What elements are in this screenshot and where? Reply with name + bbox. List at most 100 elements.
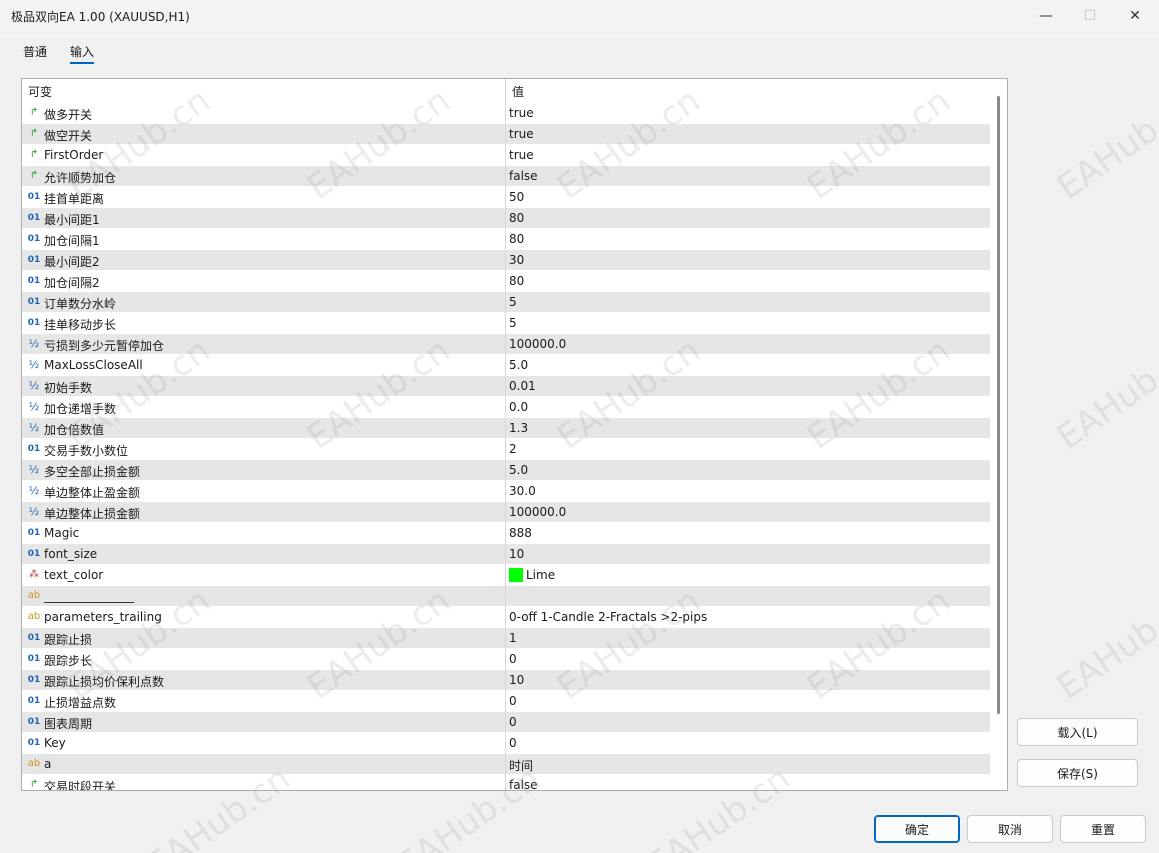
parameter-value[interactable]: 1	[509, 631, 517, 645]
table-row[interactable]: ½ 单边整体止盈金额 30.0	[22, 481, 990, 502]
table-row[interactable]: 01 挂首单距离 50	[22, 187, 990, 208]
parameter-value[interactable]: 0	[509, 694, 517, 708]
parameter-value[interactable]: false	[509, 169, 538, 183]
cell-divider	[505, 565, 506, 586]
maximize-button[interactable]: ☐	[1067, 0, 1113, 31]
table-row[interactable]: 01 跟踪止损 1	[22, 628, 990, 649]
table-row[interactable]: 01 跟踪止损均价保利点数 10	[22, 670, 990, 691]
table-row[interactable]: ½ 亏损到多少元暂停加仓 100000.0	[22, 334, 990, 355]
parameter-value[interactable]: 5	[509, 295, 517, 309]
parameter-value[interactable]: 时间	[509, 757, 533, 774]
table-row[interactable]: ab a 时间	[22, 754, 990, 775]
parameter-name: 加仓间隔1	[44, 234, 100, 248]
parameter-value[interactable]: 10	[509, 673, 524, 687]
table-row[interactable]: ↱ 允许顺势加仓 false	[22, 166, 990, 187]
reset-button[interactable]: 重置	[1060, 815, 1146, 843]
parameter-value[interactable]: true	[509, 127, 534, 141]
parameter-name: 最小间距1	[44, 213, 100, 227]
parameter-value[interactable]: 2	[509, 442, 517, 456]
parameter-name: 跟踪止损	[44, 633, 93, 647]
parameter-name: 最小间距2	[44, 255, 100, 269]
save-button[interactable]: 保存(S)	[1017, 759, 1138, 787]
table-row[interactable]: ⁂ text_color Lime	[22, 565, 990, 586]
close-button[interactable]: ✕	[1112, 0, 1158, 31]
table-row[interactable]: ab parameters_trailing 0-off 1-Candle 2-Fr…	[22, 607, 990, 628]
parameter-value[interactable]: 10	[509, 547, 524, 561]
table-row[interactable]: 01 图表周期 0	[22, 712, 990, 733]
parameter-value[interactable]: 30	[509, 253, 524, 267]
parameter-name: 允许顺势加仓	[44, 171, 117, 185]
int-icon: 01	[27, 192, 41, 202]
table-row[interactable]: 01 font_size 10	[22, 544, 990, 565]
int-icon: 01	[27, 213, 41, 223]
table-row[interactable]: 01 跟踪步长 0	[22, 649, 990, 670]
table-row[interactable]: 01 订单数分水岭 5	[22, 292, 990, 313]
table-row[interactable]: ↱ 交易时段开关 false	[22, 775, 990, 791]
minimize-button[interactable]: —	[1023, 0, 1069, 31]
cell-divider	[505, 376, 506, 397]
cell-divider	[505, 103, 506, 124]
parameter-value[interactable]: 1.3	[509, 421, 528, 435]
table-row[interactable]: 01 止损增益点数 0	[22, 691, 990, 712]
parameter-value[interactable]: 5.0	[509, 358, 528, 372]
cell-divider	[505, 670, 506, 691]
parameter-value[interactable]: false	[509, 778, 538, 790]
parameter-value[interactable]: 80	[509, 232, 524, 246]
table-row[interactable]: ½ 单边整体止损金额 100000.0	[22, 502, 990, 523]
table-row[interactable]: 01 最小间距2 30	[22, 250, 990, 271]
int-icon: 01	[27, 549, 41, 559]
parameter-value[interactable]: 5	[509, 316, 517, 330]
parameter-value[interactable]: 0	[509, 715, 517, 729]
load-button[interactable]: 载入(L)	[1017, 718, 1138, 746]
column-header-variable[interactable]: 可变	[28, 83, 52, 100]
parameter-value[interactable]: 0-off 1-Candle 2-Fractals >2-pips	[509, 610, 707, 624]
table-row[interactable]: ↱ 做多开关 true	[22, 103, 990, 124]
double-icon: ½	[28, 358, 40, 371]
vertical-scrollbar[interactable]	[990, 79, 1007, 790]
tab-common[interactable]: 普通	[23, 43, 47, 60]
table-row[interactable]: 01 挂单移动步长 5	[22, 313, 990, 334]
tab-inputs[interactable]: 输入	[70, 43, 94, 60]
column-header-value[interactable]: 值	[512, 83, 524, 100]
parameter-name: 交易时段开关	[44, 780, 117, 791]
parameter-value[interactable]: 80	[509, 274, 524, 288]
parameter-value[interactable]: 0.01	[509, 379, 536, 393]
parameter-value[interactable]: true	[509, 106, 534, 120]
parameter-value[interactable]: 80	[509, 211, 524, 225]
table-row[interactable]: ½ MaxLossCloseAll 5.0	[22, 355, 990, 376]
parameter-value[interactable]: 0	[509, 652, 517, 666]
bool-icon: ↱	[29, 107, 39, 118]
int-icon: 01	[27, 318, 41, 328]
table-row[interactable]: 01 最小间距1 80	[22, 208, 990, 229]
parameter-value[interactable]: 100000.0	[509, 505, 566, 519]
parameter-value[interactable]: 5.0	[509, 463, 528, 477]
parameter-value[interactable]: Lime	[509, 568, 555, 582]
table-row[interactable]: ab _______________	[22, 586, 990, 607]
ok-button[interactable]: 确定	[874, 815, 960, 843]
table-row[interactable]: ½ 初始手数 0.01	[22, 376, 990, 397]
parameter-value[interactable]: 100000.0	[509, 337, 566, 351]
table-row[interactable]: ↱ 做空开关 true	[22, 124, 990, 145]
color-swatch[interactable]	[509, 568, 523, 582]
parameter-value[interactable]: 888	[509, 526, 532, 540]
parameter-name: Key	[44, 736, 66, 750]
parameter-value[interactable]: 0.0	[509, 400, 528, 414]
parameter-value[interactable]: 0	[509, 736, 517, 750]
parameter-value[interactable]: 50	[509, 190, 524, 204]
cell-divider	[505, 649, 506, 670]
table-row[interactable]: 01 加仓间隔1 80	[22, 229, 990, 250]
cell-divider	[505, 586, 506, 607]
table-row[interactable]: ½ 加仓递增手数 0.0	[22, 397, 990, 418]
table-row[interactable]: 01 Magic 888	[22, 523, 990, 544]
parameter-name: font_size	[44, 547, 98, 561]
parameter-value[interactable]: 30.0	[509, 484, 536, 498]
table-row[interactable]: 01 Key 0	[22, 733, 990, 754]
table-row[interactable]: ↱ FirstOrder true	[22, 145, 990, 166]
table-row[interactable]: ½ 加仓倍数值 1.3	[22, 418, 990, 439]
table-row[interactable]: 01 加仓间隔2 80	[22, 271, 990, 292]
table-row[interactable]: ½ 多空全部止损金额 5.0	[22, 460, 990, 481]
scrollbar-thumb[interactable]	[997, 96, 1000, 714]
table-row[interactable]: 01 交易手数小数位 2	[22, 439, 990, 460]
parameter-value[interactable]: true	[509, 148, 534, 162]
cancel-button[interactable]: 取消	[967, 815, 1053, 843]
